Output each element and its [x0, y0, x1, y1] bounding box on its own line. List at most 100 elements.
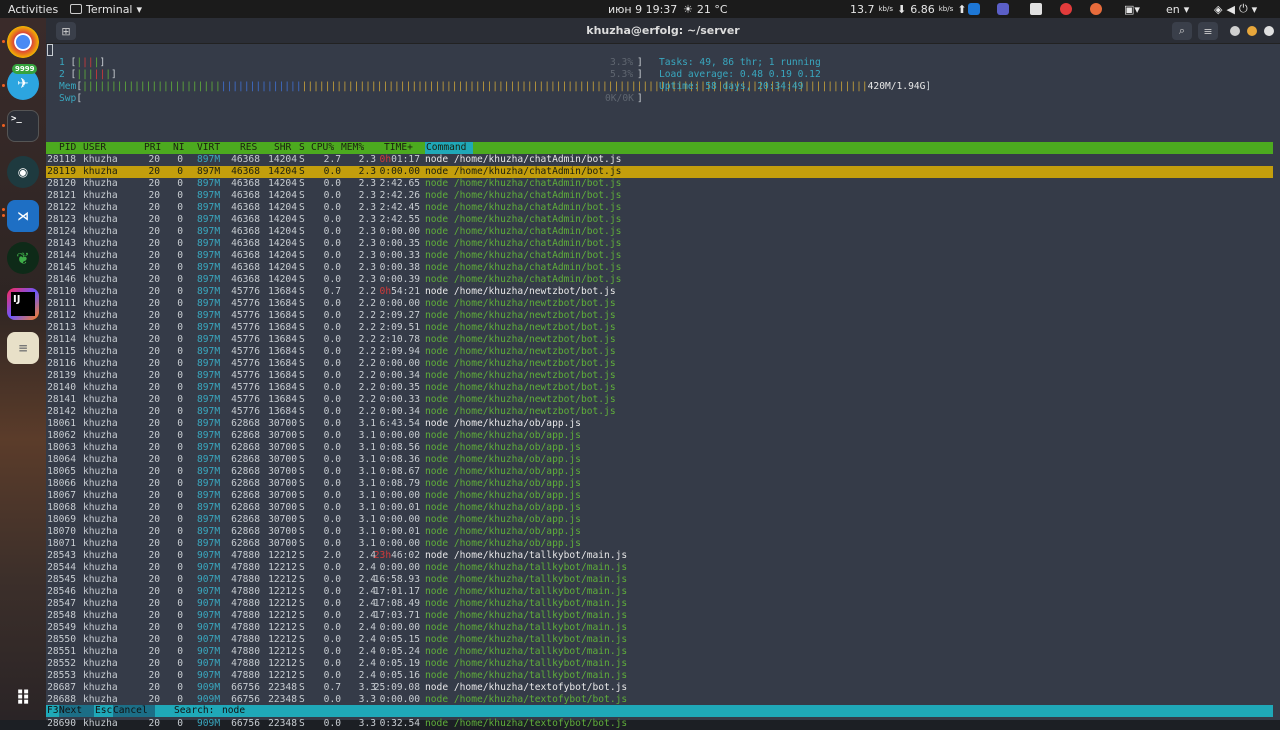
table-row[interactable]: 18064 khuzha 20 0 897M 62868 30700 S 0.0 3.1 0:08.… — [46, 454, 1273, 466]
cell-cpu: 0.0 — [323, 622, 341, 633]
table-row[interactable]: 28553 khuzha 20 0 907M 47880 12212 S 0.0 2.4 0:05.… — [46, 670, 1273, 682]
stop-tray-icon[interactable] — [1060, 0, 1072, 18]
header-user[interactable]: USER — [83, 142, 106, 154]
header-cpu[interactable]: CPU% — [311, 142, 334, 154]
table-row[interactable]: 28119 khuzha 20 0 897M 46368 14204 S 0.0 2.3 0:00.… — [46, 166, 1273, 178]
header-ni[interactable]: NI — [173, 142, 185, 154]
cell-time: 25:09.08 — [373, 682, 420, 693]
system-menu[interactable]: ◈ ◀ ⏻ ▾ — [1214, 0, 1257, 18]
search-input[interactable]: node — [222, 705, 245, 717]
cancel-button[interactable]: Cancel — [113, 705, 155, 717]
table-row[interactable]: 18067 khuzha 20 0 897M 62868 30700 S 0.0 3.1 0:00.… — [46, 490, 1273, 502]
header-virt[interactable]: VIRT — [197, 142, 220, 154]
table-row[interactable]: 28546 khuzha 20 0 907M 47880 12212 S 0.0 2.4 17:01… — [46, 586, 1273, 598]
cell-pid: 18067 — [47, 490, 76, 501]
clipboard-tray-icon[interactable]: ▣▾ — [1124, 0, 1140, 18]
teamviewer-tray-icon[interactable] — [968, 0, 980, 18]
net-speed-indicator[interactable]: 13.7 kb/s ⬇ 6.86 kb/s ⬆ — [850, 0, 966, 18]
table-row[interactable]: 28112 khuzha 20 0 897M 45776 13684 S 0.0 2.2 2:09.… — [46, 310, 1273, 322]
show-apps-icon[interactable]: ⠿ — [7, 682, 39, 714]
table-row[interactable]: 18065 khuzha 20 0 897M 62868 30700 S 0.0 3.1 0:08.… — [46, 466, 1273, 478]
table-row[interactable]: 28142 khuzha 20 0 897M 45776 13684 S 0.0 2.2 0:00.… — [46, 406, 1273, 418]
telegram-icon[interactable]: ✈ 9999 — [7, 64, 39, 100]
terminal-content[interactable]: 1 [||||] 3.3%] 2 [||||||] 5.3%] Mem[||||||… — [46, 44, 1280, 729]
table-row[interactable]: 28124 khuzha 20 0 897M 46368 14204 S 0.0 2.3 0:00.… — [46, 226, 1273, 238]
table-row[interactable]: 28544 khuzha 20 0 907M 47880 12212 S 0.0 2.4 0:00.… — [46, 562, 1273, 574]
next-button[interactable]: Next — [59, 705, 94, 717]
header-time[interactable]: TIME+ — [384, 142, 413, 154]
cell-cmd: node /home/khuzha/newtzbot/bot.js — [425, 370, 616, 381]
table-row[interactable]: 18062 khuzha 20 0 897M 62868 30700 S 0.0 3.1 0:00.… — [46, 430, 1273, 442]
cell-pid: 28143 — [47, 238, 76, 249]
table-row[interactable]: 28120 khuzha 20 0 897M 46368 14204 S 0.0 2.3 2:42.… — [46, 178, 1273, 190]
table-row[interactable]: 28146 khuzha 20 0 897M 46368 14204 S 0.0 2.3 0:00.… — [46, 274, 1273, 286]
table-row[interactable]: 28116 khuzha 20 0 897M 45776 13684 S 0.0 2.2 0:00.… — [46, 358, 1273, 370]
minimize-icon[interactable] — [1230, 26, 1240, 36]
table-row[interactable]: 18071 khuzha 20 0 897M 62868 30700 S 0.0 3.1 0:00.… — [46, 538, 1273, 550]
table-row[interactable]: 28550 khuzha 20 0 907M 47880 12212 S 0.0 2.4 0:05.… — [46, 634, 1273, 646]
table-row[interactable]: 28113 khuzha 20 0 897M 45776 13684 S 0.0 2.2 2:09.… — [46, 322, 1273, 334]
table-row[interactable]: 28547 khuzha 20 0 907M 47880 12212 S 0.0 2.4 17:08… — [46, 598, 1273, 610]
process-list[interactable]: 28118 khuzha 20 0 897M 46368 14204 S 2.7 2.3 0h 01:… — [46, 154, 1273, 730]
table-row[interactable]: 28122 khuzha 20 0 897M 46368 14204 S 0.0 2.3 2:42.… — [46, 202, 1273, 214]
table-row[interactable]: 18061 khuzha 20 0 897M 62868 30700 S 0.0 3.1 6:43.… — [46, 418, 1273, 430]
activities-button[interactable]: Activities — [8, 0, 58, 18]
table-row[interactable]: 28143 khuzha 20 0 897M 46368 14204 S 0.0 2.3 0:00.… — [46, 238, 1273, 250]
table-row[interactable]: 28110 khuzha 20 0 897M 45776 13684 S 0.7 2.2 0h 54:… — [46, 286, 1273, 298]
table-row[interactable]: 28140 khuzha 20 0 897M 45776 13684 S 0.0 2.2 0:00.… — [46, 382, 1273, 394]
search-icon[interactable]: ⌕ — [1172, 22, 1192, 40]
table-row[interactable]: 28144 khuzha 20 0 897M 46368 14204 S 0.0 2.3 0:00.… — [46, 250, 1273, 262]
gitkraken-icon[interactable]: ◉ — [7, 156, 39, 188]
table-row[interactable]: 18066 khuzha 20 0 897M 62868 30700 S 0.0 3.1 0:08.… — [46, 478, 1273, 490]
weather-indicator[interactable]: ☀ 21 °C — [683, 0, 728, 18]
table-row[interactable]: 18068 khuzha 20 0 897M 62868 30700 S 0.0 3.1 0:00.… — [46, 502, 1273, 514]
table-row[interactable]: 18063 khuzha 20 0 897M 62868 30700 S 0.0 3.1 0:08.… — [46, 442, 1273, 454]
table-row[interactable]: 28549 khuzha 20 0 907M 47880 12212 S 0.0 2.4 0:00.… — [46, 622, 1273, 634]
table-row[interactable]: 28552 khuzha 20 0 907M 47880 12212 S 0.0 2.4 0:05.… — [46, 658, 1273, 670]
table-row[interactable]: 28141 khuzha 20 0 897M 45776 13684 S 0.0 2.2 0:00.… — [46, 394, 1273, 406]
header-res[interactable]: RES — [240, 142, 257, 154]
slack-tray-icon[interactable] — [1030, 0, 1042, 18]
text-editor-icon[interactable]: ≡ — [7, 332, 39, 364]
intellij-icon[interactable]: IJ — [7, 288, 39, 320]
table-row[interactable]: 18070 khuzha 20 0 897M 62868 30700 S 0.0 3.1 0:00.… — [46, 526, 1273, 538]
vscode-icon[interactable]: ⋊ — [7, 200, 39, 232]
table-row[interactable]: 28121 khuzha 20 0 897M 46368 14204 S 0.0 2.3 2:42.… — [46, 190, 1273, 202]
table-row[interactable]: 28145 khuzha 20 0 897M 46368 14204 S 0.0 2.3 0:00.… — [46, 262, 1273, 274]
chrome-icon[interactable] — [7, 26, 39, 58]
table-row[interactable]: 18069 khuzha 20 0 897M 62868 30700 S 0.0 3.1 0:00.… — [46, 514, 1273, 526]
header-command[interactable]: Command — [425, 142, 473, 154]
table-row[interactable]: 28543 khuzha 20 0 907M 47880 12212 S 2.0 2.4 23h 46… — [46, 550, 1273, 562]
language-selector[interactable]: en ▾ — [1166, 0, 1189, 18]
app-menu[interactable]: Terminal ▾ — [70, 0, 142, 18]
maximize-icon[interactable] — [1247, 26, 1257, 36]
table-row[interactable]: 28545 khuzha 20 0 907M 47880 12212 S 0.0 2.4 16:58… — [46, 574, 1273, 586]
clock[interactable]: июн 9 19:37 — [608, 0, 677, 18]
close-icon[interactable] — [1264, 26, 1274, 36]
table-row[interactable]: 28687 khuzha 20 0 909M 66756 22348 S 0.7 3.3 25:09… — [46, 682, 1273, 694]
browser-tray-icon[interactable] — [1090, 0, 1102, 18]
table-row[interactable]: 28139 khuzha 20 0 897M 45776 13684 S 0.0 2.2 0:00.… — [46, 370, 1273, 382]
menu-icon[interactable]: ≡ — [1198, 22, 1218, 40]
header-shr[interactable]: SHR — [274, 142, 291, 154]
cell-virt: 909M — [197, 682, 221, 693]
cell-shr: 30700 — [268, 442, 297, 453]
volume-icon: ◀ — [1226, 2, 1235, 16]
table-row[interactable]: 28118 khuzha 20 0 897M 46368 14204 S 2.7 2.3 0h 01:… — [46, 154, 1273, 166]
header-s[interactable]: S — [299, 142, 305, 154]
teams-tray-icon[interactable] — [997, 0, 1009, 18]
cell-shr: 30700 — [268, 490, 297, 501]
header-pid[interactable]: PID — [59, 142, 76, 154]
new-tab-icon[interactable]: ⊞ — [56, 22, 76, 40]
table-row[interactable]: 28115 khuzha 20 0 897M 45776 13684 S 0.0 2.2 2:09.… — [46, 346, 1273, 358]
search-bar[interactable]: F3 Next Esc Cancel Search: node — [46, 705, 1273, 717]
terminal-icon[interactable]: >_ — [7, 110, 39, 142]
mongodb-icon[interactable]: ❦ — [7, 242, 39, 274]
header-pri[interactable]: PRI — [144, 142, 161, 154]
table-row[interactable]: 28548 khuzha 20 0 907M 47880 12212 S 0.0 2.4 17:03… — [46, 610, 1273, 622]
table-row[interactable]: 28114 khuzha 20 0 897M 45776 13684 S 0.0 2.2 2:10.… — [46, 334, 1273, 346]
header-mem[interactable]: MEM% — [341, 142, 364, 154]
table-row[interactable]: 28111 khuzha 20 0 897M 45776 13684 S 0.0 2.2 0:00.… — [46, 298, 1273, 310]
table-row[interactable]: 28551 khuzha 20 0 907M 47880 12212 S 0.0 2.4 0:05.… — [46, 646, 1273, 658]
table-row[interactable]: 28123 khuzha 20 0 897M 46368 14204 S 0.0 2.3 2:42.… — [46, 214, 1273, 226]
